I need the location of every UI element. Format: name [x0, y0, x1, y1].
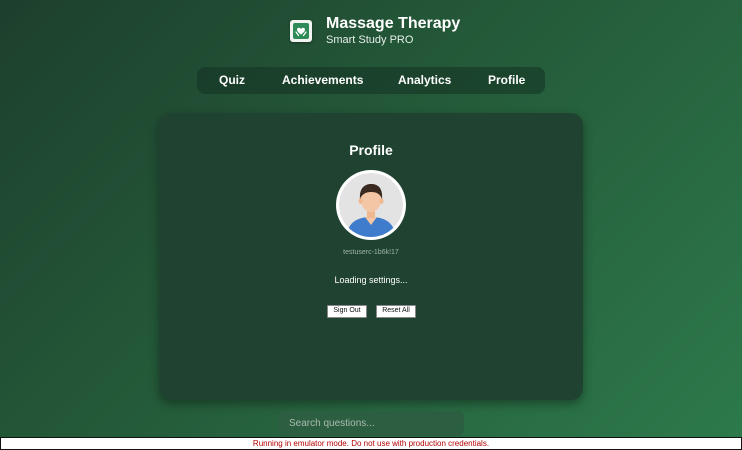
user-id: testuserc-1b6k!17	[343, 249, 399, 256]
page-title: Profile	[349, 142, 393, 158]
emulator-warning-banner: Running in emulator mode. Do not use wit…	[0, 437, 742, 450]
user-avatar-icon	[339, 173, 403, 237]
app-title: Massage Therapy	[326, 15, 461, 32]
tab-profile[interactable]: Profile	[488, 67, 525, 94]
title-group: Massage Therapy Smart Study PRO	[326, 15, 460, 47]
app-subtitle: Smart Study PRO	[326, 34, 414, 46]
tab-analytics[interactable]: Analytics	[398, 67, 451, 94]
app-header: Massage Therapy Smart Study PRO	[290, 14, 460, 48]
status-text: Loading settings...	[334, 275, 408, 285]
hands-heart-icon	[290, 20, 312, 42]
tab-achievements[interactable]: Achievements	[282, 67, 363, 94]
profile-card: Profile testuserc-1b6k!17 Loading settin…	[159, 113, 583, 400]
tab-quiz[interactable]: Quiz	[219, 67, 245, 94]
reset-all-button[interactable]: Reset All	[376, 305, 416, 318]
main-nav: Quiz Achievements Analytics Profile	[197, 67, 545, 94]
search-input[interactable]	[278, 411, 464, 436]
avatar	[336, 170, 406, 240]
sign-out-button[interactable]: Sign Out	[327, 305, 367, 318]
